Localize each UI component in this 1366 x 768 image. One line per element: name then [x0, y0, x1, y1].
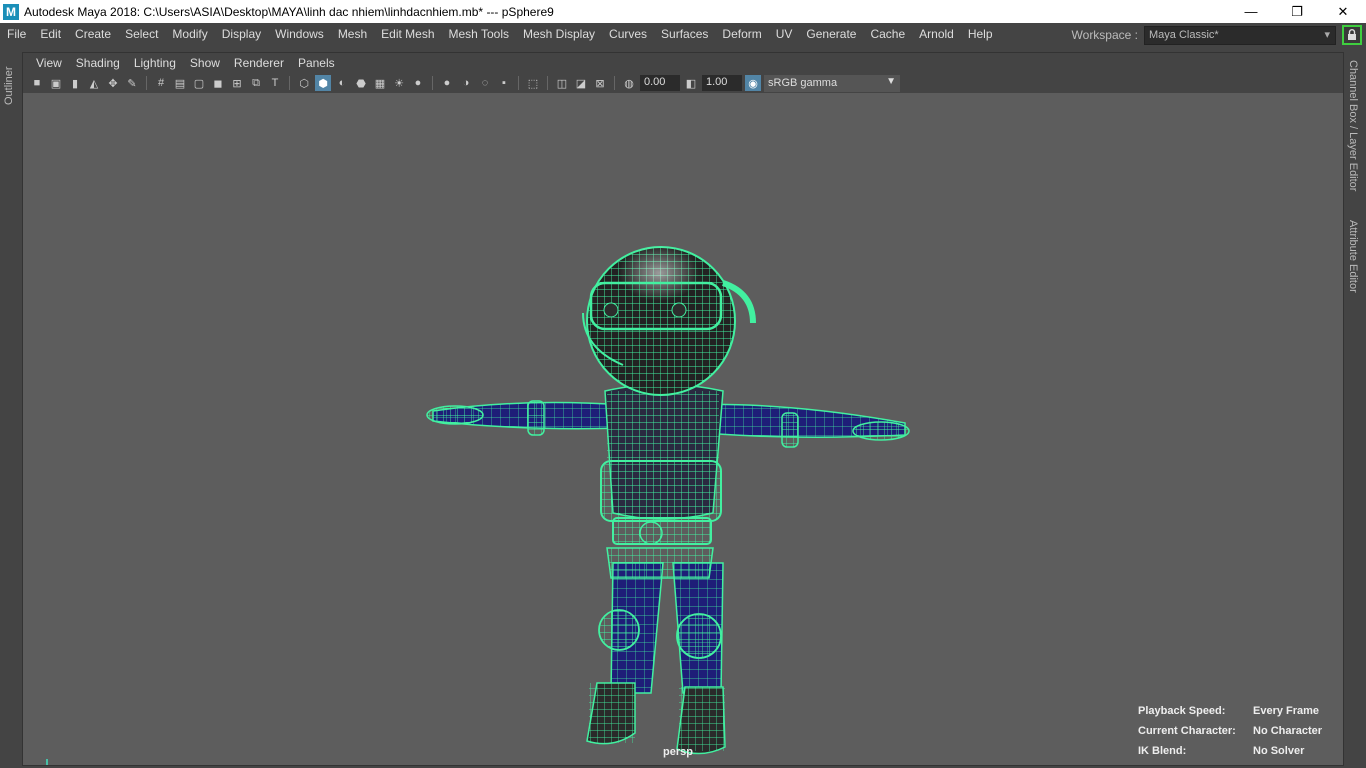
wireframe-icon[interactable]: ⬡	[296, 75, 312, 91]
hud-row: Playback Speed: Every Frame	[1138, 705, 1322, 725]
ambient-occlusion-icon[interactable]: ●	[439, 75, 455, 91]
viewport-panel: View Shading Lighting Show Renderer Pane…	[22, 52, 1344, 766]
grid-icon[interactable]: #	[153, 75, 169, 91]
two-d-pan-icon[interactable]: ✥	[105, 75, 121, 91]
main-menu-bar: File Edit Create Select Modify Display W…	[0, 23, 1366, 45]
title-bar: M Autodesk Maya 2018: C:\Users\ASIA\Desk…	[0, 0, 1366, 23]
menu-edit-mesh[interactable]: Edit Mesh	[374, 27, 441, 41]
grease-pencil-icon[interactable]: ✎	[124, 75, 140, 91]
bookmark-icon[interactable]: ▮	[67, 75, 83, 91]
safe-title-icon[interactable]: T	[267, 75, 283, 91]
isolate-select-icon[interactable]: ⬚	[525, 75, 541, 91]
menu-file[interactable]: File	[0, 27, 33, 41]
select-camera-icon[interactable]: ■	[29, 75, 45, 91]
panel-menu-bar: View Shading Lighting Show Renderer Pane…	[23, 53, 1343, 73]
window-title: Autodesk Maya 2018: C:\Users\ASIA\Deskto…	[24, 4, 554, 19]
lock-icon[interactable]	[1342, 25, 1362, 45]
restore-button[interactable]: ❐	[1274, 0, 1320, 23]
hud-row: Current Character: No Character	[1138, 725, 1322, 745]
menu-display[interactable]: Display	[215, 27, 268, 41]
left-dock: Outliner	[0, 52, 18, 766]
menu-arnold[interactable]: Arnold	[912, 27, 961, 41]
depth-of-field-icon[interactable]: ▪	[496, 75, 512, 91]
chevron-down-icon: ▾	[1324, 28, 1330, 41]
camera-name-label: persp	[663, 746, 693, 758]
right-dock: Channel Box / Layer Editor Attribute Edi…	[1344, 52, 1366, 766]
exposure-icon[interactable]: ◍	[621, 75, 637, 91]
menu-curves[interactable]: Curves	[602, 27, 654, 41]
xray-joints-icon[interactable]: ⊠	[592, 75, 608, 91]
axis-gizmo	[39, 753, 71, 765]
panel-toolbar: ■ ▣ ▮ ◭ ✥ ✎ # ▤ ▢ ◼ ⊞ ⧉ T ⬡ ⬢ ◐ ⬣ ▦ ☀ ● …	[23, 73, 1343, 93]
menu-help[interactable]: Help	[961, 27, 1000, 41]
xray-active-icon[interactable]: ◪	[573, 75, 589, 91]
resolution-gate-icon[interactable]: ▢	[191, 75, 207, 91]
exposure-field[interactable]: 0.00	[640, 75, 680, 91]
image-plane-icon[interactable]: ◭	[86, 75, 102, 91]
panel-menu-view[interactable]: View	[29, 56, 69, 70]
film-gate-icon[interactable]: ▤	[172, 75, 188, 91]
motion-blur-icon[interactable]: ◑	[458, 75, 474, 91]
gamma-icon[interactable]: ◧	[683, 75, 699, 91]
workspace-value: Maya Classic*	[1149, 28, 1219, 41]
view-transform-dropdown[interactable]: sRGB gamma ▼	[764, 74, 900, 92]
hud-value: No Character	[1253, 725, 1323, 737]
camera-attributes-icon[interactable]: ▣	[48, 75, 64, 91]
minimize-button[interactable]: —	[1228, 0, 1274, 23]
hud-key: IK Blend:	[1138, 745, 1187, 757]
menu-windows[interactable]: Windows	[268, 27, 331, 41]
hud-value: Every Frame	[1253, 705, 1320, 717]
view-transform-value: sRGB gamma	[768, 76, 838, 89]
panel-menu-shading[interactable]: Shading	[69, 56, 127, 70]
panel-menu-show[interactable]: Show	[183, 56, 227, 70]
xray-icon[interactable]: ◫	[554, 75, 570, 91]
workspace-selector: Workspace : Maya Classic* ▾	[1072, 25, 1362, 45]
color-management-icon[interactable]: ◉	[745, 75, 761, 91]
field-chart-icon[interactable]: ⊞	[229, 75, 245, 91]
maya-logo-icon: M	[3, 3, 19, 20]
menu-select[interactable]: Select	[118, 27, 165, 41]
close-button[interactable]: ✕	[1320, 0, 1366, 23]
hud-key: Playback Speed:	[1138, 705, 1226, 717]
menu-deform[interactable]: Deform	[715, 27, 768, 41]
outliner-tab[interactable]: Outliner	[2, 58, 16, 114]
panel-menu-lighting[interactable]: Lighting	[127, 56, 183, 70]
gamma-field[interactable]: 1.00	[702, 75, 742, 91]
shadows-icon[interactable]: ●	[410, 75, 426, 91]
menu-cache[interactable]: Cache	[863, 27, 912, 41]
panel-menu-renderer[interactable]: Renderer	[227, 56, 291, 70]
perspective-viewport[interactable]: persp Playback Speed: Every Frame Curren…	[23, 93, 1343, 765]
menu-uv[interactable]: UV	[769, 27, 800, 41]
lights-icon[interactable]: ☀	[391, 75, 407, 91]
hud-key: Current Character:	[1138, 725, 1236, 737]
safe-action-icon[interactable]: ⧉	[248, 75, 264, 91]
menu-edit[interactable]: Edit	[33, 27, 68, 41]
channel-box-tab[interactable]: Channel Box / Layer Editor	[1347, 60, 1359, 191]
menu-mesh[interactable]: Mesh	[331, 27, 374, 41]
menu-mesh-display[interactable]: Mesh Display	[516, 27, 602, 41]
menu-create[interactable]: Create	[68, 27, 118, 41]
hud-row: IK Blend: No Solver	[1138, 745, 1322, 765]
chevron-down-icon: ▼	[886, 75, 896, 87]
textured-icon[interactable]: ▦	[372, 75, 388, 91]
anti-aliasing-icon[interactable]: ◌	[477, 75, 493, 91]
heads-up-display: Playback Speed: Every Frame Current Char…	[1138, 705, 1322, 765]
menu-mesh-tools[interactable]: Mesh Tools	[442, 27, 516, 41]
menu-modify[interactable]: Modify	[165, 27, 214, 41]
attribute-editor-tab[interactable]: Attribute Editor	[1347, 220, 1359, 293]
hud-value: No Solver	[1253, 745, 1305, 757]
wireframe-on-shaded-icon[interactable]: ⬣	[353, 75, 369, 91]
menu-surfaces[interactable]: Surfaces	[654, 27, 715, 41]
workspace-dropdown[interactable]: Maya Classic* ▾	[1144, 25, 1336, 45]
gate-mask-icon[interactable]: ◼	[210, 75, 226, 91]
panel-menu-panels[interactable]: Panels	[291, 56, 342, 70]
default-material-icon[interactable]: ◐	[334, 75, 350, 91]
smooth-shade-icon[interactable]: ⬢	[315, 75, 331, 91]
character-wireframe-mesh	[426, 245, 910, 755]
workspace-label: Workspace :	[1071, 28, 1138, 42]
menu-generate[interactable]: Generate	[799, 27, 863, 41]
